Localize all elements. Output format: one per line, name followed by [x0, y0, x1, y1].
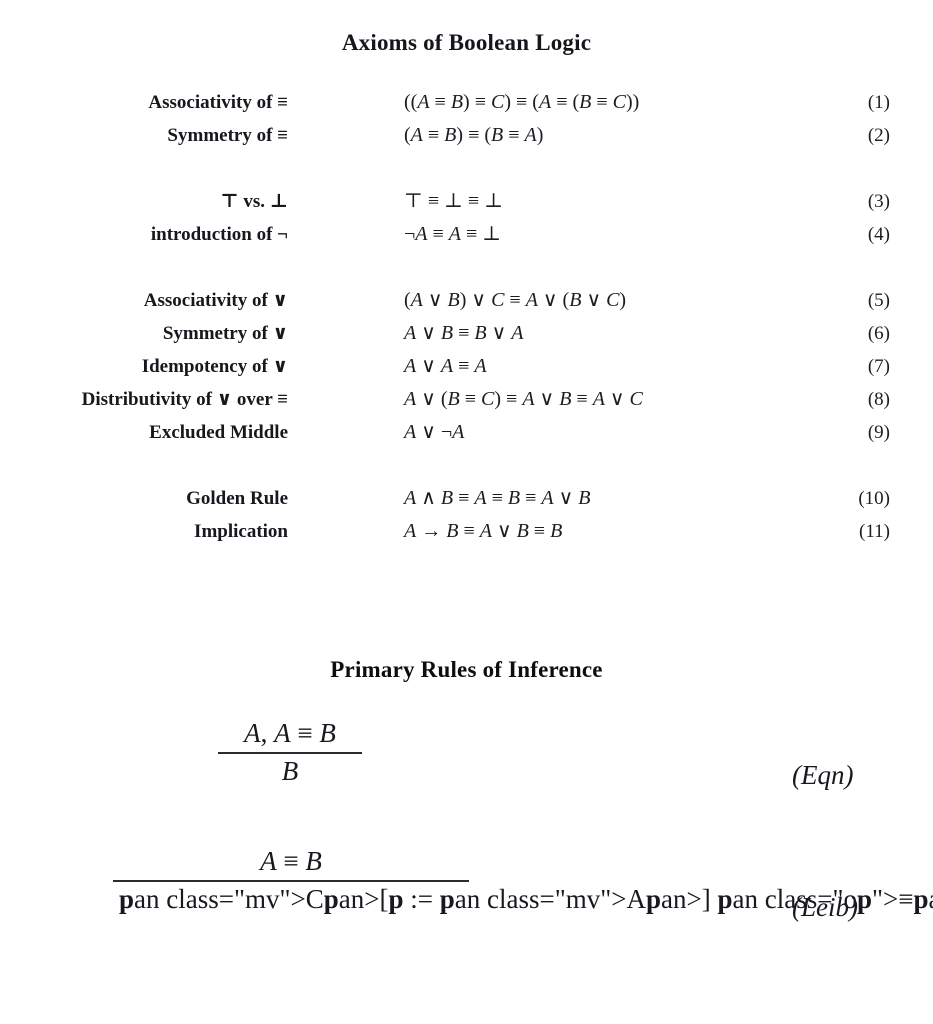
fraction-leib: A ≡ B pan class="mv">Cpan>[p := pan clas…	[113, 846, 933, 916]
spacer-cell	[821, 449, 933, 482]
axiom-label: Associativity of ∨	[143, 290, 288, 311]
table-row: Distributivity of ∨ over ≡ A ∨ (B ≡ C) ≡…	[0, 383, 933, 416]
table-row: ⊤ vs. ⊥ ⊤ ≡ ⊥ ≡ ⊥ (3)	[0, 185, 933, 218]
table-row: Associativity of ∨ (A ∨ B) ∨ C ≡ A ∨ (B …	[0, 284, 933, 317]
table-row: Golden Rule A ∧ B ≡ A ≡ B ≡ A ∨ B (10)	[0, 482, 933, 515]
axiom-number: (1)	[867, 92, 890, 113]
page-title-axioms: Axioms of Boolean Logic	[341, 30, 592, 55]
table-row: Implication A → B ≡ A ∨ B ≡ B (11)	[0, 515, 933, 548]
axiom-formula: A → B ≡ A ∨ B ≡ B	[404, 520, 563, 542]
axiom-label: ⊤ vs. ⊥	[220, 191, 288, 212]
spacer-cell	[288, 449, 821, 482]
table-row: introduction of ¬ ¬A ≡ A ≡ ⊥ (4)	[0, 218, 933, 251]
axiom-label: introduction of ¬	[150, 224, 288, 245]
axiom-number: (8)	[867, 389, 890, 410]
axiom-label: Distributivity of ∨ over ≡	[81, 389, 288, 410]
table-row: Associativity of ≡ ((A ≡ B) ≡ C) ≡ (A ≡ …	[0, 86, 933, 119]
axiom-formula: A ∧ B ≡ A ≡ B ≡ A ∨ B	[404, 487, 591, 509]
axiom-formula: (A ∨ B) ∨ C ≡ A ∨ (B ∨ C)	[404, 289, 627, 311]
axiom-formula: ¬A ≡ A ≡ ⊥	[404, 223, 502, 245]
axiom-number: (3)	[867, 191, 890, 212]
axiom-number: (7)	[867, 356, 890, 377]
group-spacer	[0, 251, 933, 284]
axiom-number: (5)	[867, 290, 890, 311]
rule-denominator: B	[281, 755, 299, 786]
axiom-label: Associativity of ≡	[148, 92, 288, 113]
spacer-cell	[0, 152, 288, 185]
rule-name-eqn: (Eqn)	[792, 760, 854, 790]
rule-numerator: A, A ≡ B	[244, 718, 336, 748]
axiom-label: Excluded Middle	[149, 422, 288, 443]
axiom-formula: ⊤ ≡ ⊥ ≡ ⊥	[404, 190, 503, 212]
axiom-number: (9)	[867, 422, 890, 443]
axiom-label: Implication	[194, 521, 288, 542]
table-row: Symmetry of ≡ (A ≡ B) ≡ (B ≡ A) (2)	[0, 119, 933, 152]
axiom-number: (6)	[867, 323, 890, 344]
rule-numerator: A ≡ B	[260, 846, 322, 876]
axiom-number: (2)	[867, 125, 890, 146]
table-row: Excluded Middle A ∨ ¬A (9)	[0, 416, 933, 449]
axiom-formula: A ∨ (B ≡ C) ≡ A ∨ B ≡ A ∨ C	[404, 388, 643, 410]
group-spacer	[0, 449, 933, 482]
spacer-cell	[821, 152, 933, 185]
spacer-cell	[0, 449, 288, 482]
rule-name-leib: (Leib)	[792, 892, 858, 922]
spacer-cell	[288, 152, 821, 185]
axiom-label: Golden Rule	[186, 488, 288, 509]
spacer-cell	[821, 251, 933, 284]
axiom-number: (4)	[867, 224, 890, 245]
group-spacer	[0, 152, 933, 185]
axiom-number: (11)	[859, 521, 890, 542]
table-row: Idempotency of ∨ A ∨ A ≡ A (7)	[0, 350, 933, 383]
fraction-eqn: A, A ≡ B B	[218, 718, 362, 788]
section-title-rules: Primary Rules of Inference	[330, 657, 603, 682]
spacer-cell	[0, 251, 288, 284]
axioms-table: Associativity of ≡ ((A ≡ B) ≡ C) ≡ (A ≡ …	[0, 86, 933, 548]
axiom-formula: A ∨ B ≡ B ∨ A	[404, 322, 524, 344]
axiom-label: Symmetry of ≡	[167, 125, 288, 146]
table-row: Symmetry of ∨ A ∨ B ≡ B ∨ A (6)	[0, 317, 933, 350]
axiom-formula: A ∨ A ≡ A	[404, 355, 487, 377]
axiom-number: (10)	[858, 488, 890, 509]
axiom-formula: A ∨ ¬A	[404, 421, 465, 443]
axiom-label: Symmetry of ∨	[162, 323, 288, 344]
axiom-formula: ((A ≡ B) ≡ C) ≡ (A ≡ (B ≡ C))	[404, 91, 640, 113]
axiom-label: Idempotency of ∨	[141, 356, 288, 377]
rule-denominator: pan class="mv">Cpan>[p := pan class="mv"…	[119, 883, 933, 914]
axiom-formula: (A ≡ B) ≡ (B ≡ A)	[404, 124, 544, 146]
spacer-cell	[288, 251, 821, 284]
